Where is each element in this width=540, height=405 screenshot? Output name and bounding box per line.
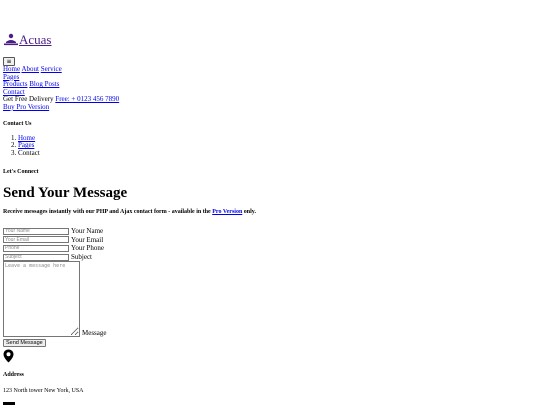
- email-label: Your Email: [71, 235, 104, 244]
- form-row-email: Your Email: [3, 236, 107, 245]
- subject-label: Subject: [71, 253, 92, 262]
- contact-form: Your Name Your Email Your Phone Subject …: [3, 227, 107, 348]
- menu-icon: ≡: [6, 58, 12, 65]
- message-textarea[interactable]: [3, 261, 80, 338]
- section-eyebrow: Let's Connect: [3, 169, 39, 175]
- main-nav: Home About Service Pages Products Blog P…: [3, 65, 119, 112]
- email-input[interactable]: [3, 236, 69, 244]
- pro-version-link[interactable]: Pro Version: [212, 209, 242, 215]
- message-label: Message: [82, 329, 107, 338]
- phone-input[interactable]: [3, 244, 69, 252]
- form-row-message: Message: [3, 261, 107, 338]
- section-heading: Send Your Message: [3, 185, 128, 201]
- subtitle-text-end: only.: [242, 209, 256, 215]
- buy-pro-link[interactable]: Buy Pro Version: [3, 103, 49, 111]
- phone-label: Your Phone: [71, 244, 104, 253]
- nav-link-service[interactable]: Service: [41, 65, 62, 73]
- subtitle-text: Receive messages instantly with our PHP …: [3, 209, 213, 215]
- nav-link-blog-posts[interactable]: Blog Posts: [29, 80, 59, 88]
- send-message-button[interactable]: Send Message: [3, 339, 46, 348]
- name-label: Your Name: [71, 227, 104, 236]
- name-input[interactable]: [3, 227, 69, 235]
- form-row-subject: Subject: [3, 253, 107, 262]
- section-subtitle: Receive messages instantly with our PHP …: [3, 209, 256, 215]
- breadcrumb-item-contact: Contact: [18, 149, 40, 157]
- address-text: 123 North tower New York, USA: [3, 388, 84, 394]
- subject-input[interactable]: [3, 253, 69, 261]
- address-title: Address: [3, 372, 24, 378]
- brand-logo-icon: [4, 33, 18, 46]
- brand[interactable]: Acuas: [3, 33, 52, 46]
- form-row-phone: Your Phone: [3, 244, 107, 253]
- page-title: Contact Us: [3, 121, 32, 127]
- brand-name[interactable]: Acuas: [19, 33, 52, 46]
- breadcrumb: Home Pages Contact: [3, 134, 40, 157]
- map-pin-icon: [3, 349, 14, 365]
- form-row-name: Your Name: [3, 227, 107, 236]
- delivery-phone-link[interactable]: Free: + 0123 456 7890: [55, 95, 119, 104]
- nav-link-about[interactable]: About: [21, 65, 39, 73]
